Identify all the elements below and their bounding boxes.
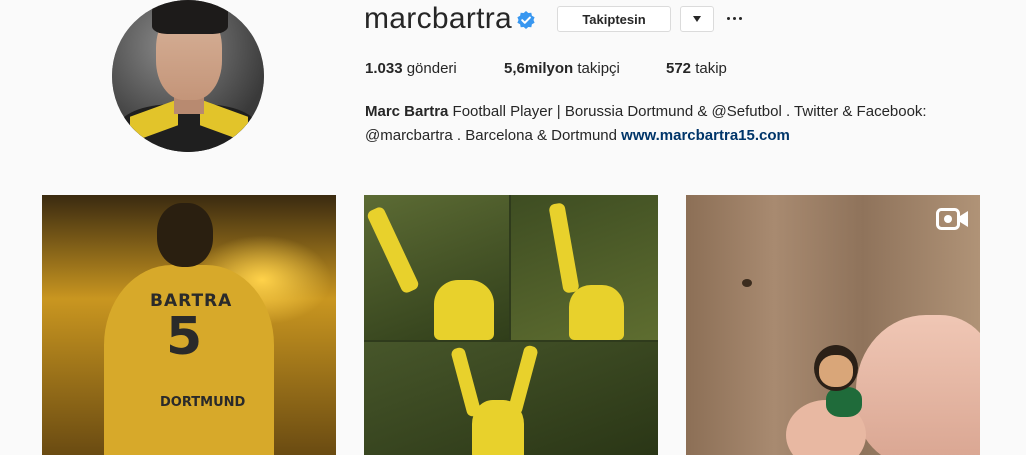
toy-figure-body: [826, 387, 862, 417]
more-options-button[interactable]: [724, 8, 744, 28]
child-hand: [856, 315, 980, 455]
player-figure: [434, 280, 494, 340]
jersey-club: DORTMUND: [160, 395, 246, 410]
bio-full-name: Marc Bartra: [365, 103, 449, 120]
bio-text-line1: Football Player | Borussia Dortmund & @S…: [448, 103, 927, 120]
post-thumbnail[interactable]: [364, 195, 658, 455]
posts-count-stat: 1.033 gönderi: [365, 60, 457, 77]
player-head: [157, 203, 213, 267]
toy-figure-face: [819, 355, 853, 387]
bio-text-line2: @marcbartra . Barcelona & Dortmund: [365, 127, 622, 144]
followers-count: 5,6milyon: [504, 60, 574, 77]
profile-avatar[interactable]: [112, 0, 264, 152]
avatar-hair: [152, 0, 228, 34]
following-button[interactable]: Takiptesin: [557, 6, 671, 32]
posts-label: gönderi: [406, 60, 457, 77]
followers-count-stat[interactable]: 5,6milyon takipçi: [504, 60, 620, 77]
ellipsis-icon-dot: [732, 16, 736, 20]
post-thumbnail[interactable]: BARTRA 5 DORTMUND: [42, 195, 336, 455]
ellipsis-icon-dot: [738, 16, 742, 20]
wood-knot: [742, 279, 752, 287]
post-thumbnail[interactable]: [686, 195, 980, 455]
player-figure: [569, 285, 624, 340]
bio-website-link[interactable]: www.marcbartra15.com: [621, 127, 790, 144]
caret-down-icon: [693, 16, 701, 22]
player-figure: [472, 400, 524, 455]
followers-label: takipçi: [577, 60, 620, 77]
following-label: takip: [695, 60, 727, 77]
posts-count: 1.033: [365, 60, 403, 77]
profile-bio: Marc Bartra Football Player | Borussia D…: [365, 100, 975, 148]
video-camera-icon: [936, 208, 968, 230]
ellipsis-icon-dot: [726, 16, 730, 20]
suggestions-dropdown-button[interactable]: [680, 6, 714, 32]
verified-badge-icon: [517, 11, 535, 29]
following-count: 572: [666, 60, 692, 77]
following-count-stat[interactable]: 572 takip: [666, 60, 727, 77]
jersey-number: 5: [166, 307, 203, 367]
profile-username: marcbartra: [364, 2, 513, 35]
